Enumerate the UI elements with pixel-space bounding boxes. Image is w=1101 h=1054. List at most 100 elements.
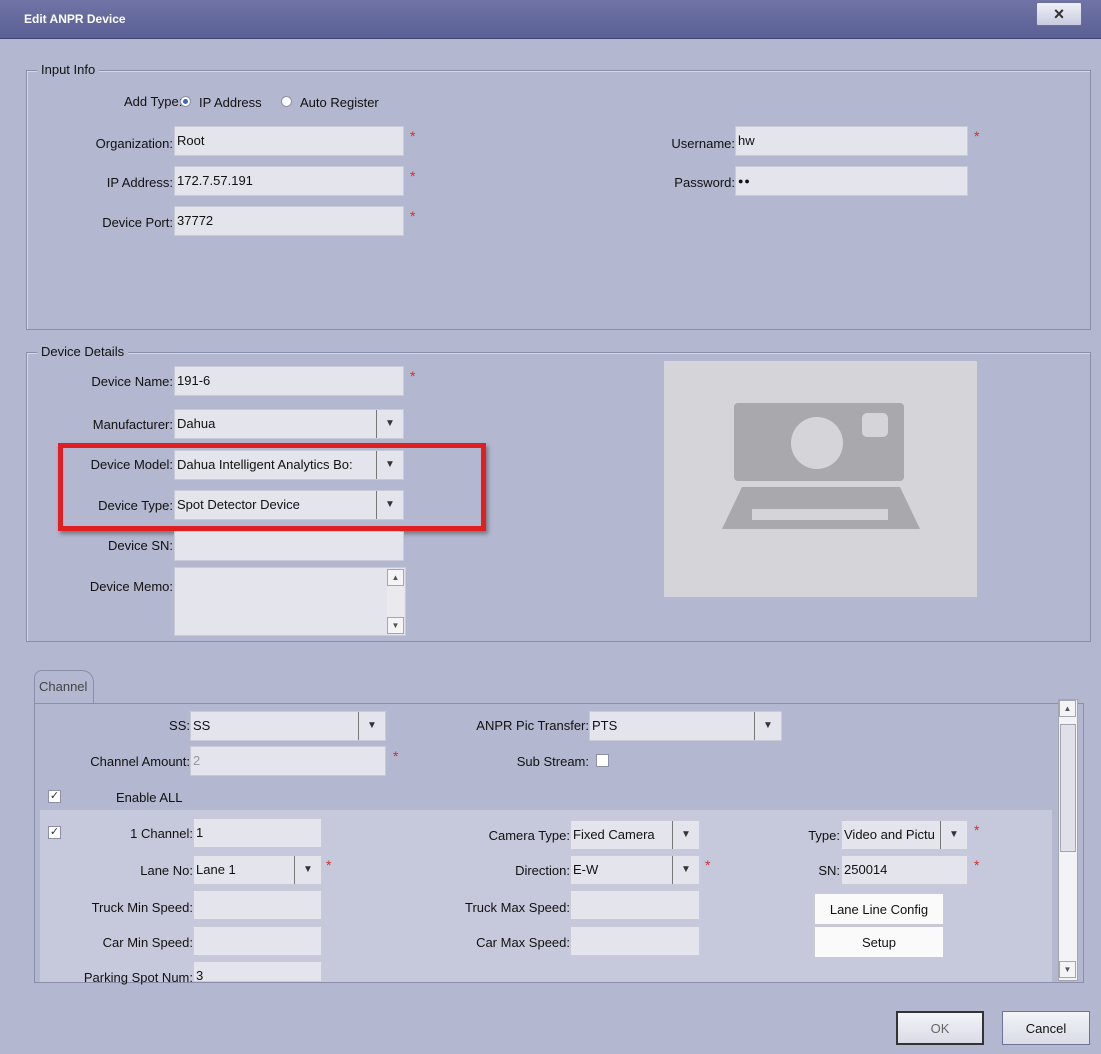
device-name-label: Device Name: [91, 374, 173, 389]
camera-type-label: Camera Type: [488, 828, 570, 843]
auto-register-radio[interactable] [281, 96, 292, 107]
device-memo-textarea[interactable]: ▲ ▼ [174, 567, 406, 636]
chevron-down-icon[interactable]: ▼ [294, 856, 321, 884]
password-field[interactable]: ●● [735, 166, 968, 196]
chevron-down-icon[interactable]: ▼ [672, 856, 699, 884]
chevron-down-icon[interactable]: ▼ [672, 821, 699, 849]
sn-label: SN: [818, 863, 840, 878]
sn-field[interactable]: 250014 [841, 855, 968, 885]
organization-field[interactable]: Root [174, 126, 404, 156]
chevron-down-icon[interactable]: ▼ [940, 821, 967, 849]
device-port-label: Device Port: [102, 215, 173, 230]
anpr-pic-transfer-value: PTS [592, 718, 618, 733]
sn-required-mark: * [974, 857, 980, 873]
parking-spot-num-field[interactable]: 3 [193, 961, 322, 982]
lane-no-label: Lane No: [140, 863, 193, 878]
cancel-button[interactable]: Cancel [1002, 1011, 1090, 1045]
scroll-up-icon[interactable]: ▲ [1059, 700, 1076, 717]
chevron-down-icon[interactable]: ▼ [376, 410, 403, 438]
anpr-pic-transfer-label: ANPR Pic Transfer: [476, 718, 589, 733]
username-required-mark: * [974, 128, 980, 144]
enable-all-checkbox[interactable]: ✓ [48, 790, 61, 803]
ip-address-field[interactable]: 172.7.57.191 [174, 166, 404, 196]
type-required-mark: * [974, 822, 980, 838]
enable-all-label: Enable ALL [116, 790, 183, 805]
device-name-field[interactable]: 191-6 [174, 366, 404, 396]
ip-address-option-label: IP Address [199, 95, 262, 110]
scroll-up-icon[interactable]: ▲ [387, 569, 404, 586]
direction-label: Direction: [515, 863, 570, 878]
car-min-speed-field[interactable] [193, 926, 322, 956]
truck-min-speed-field[interactable] [193, 890, 322, 920]
car-max-speed-field[interactable] [570, 926, 700, 956]
sub-stream-checkbox[interactable] [596, 754, 609, 767]
ip-address-radio[interactable] [180, 96, 191, 107]
car-min-speed-label: Car Min Speed: [102, 935, 193, 950]
tab-channel[interactable]: Channel [34, 670, 94, 704]
organization-label: Organization: [95, 136, 173, 151]
direction-required-mark: * [705, 857, 711, 873]
lane-no-required-mark: * [326, 857, 332, 873]
device-sn-field[interactable] [174, 531, 404, 561]
manufacturer-combo[interactable]: Dahua ▼ [174, 409, 404, 439]
direction-combo[interactable]: E-W ▼ [570, 855, 700, 885]
channel-scrollbar[interactable] [1058, 699, 1078, 981]
truck-max-speed-label: Truck Max Speed: [464, 900, 570, 915]
ss-label: SS: [169, 718, 190, 733]
channel-1-checkbox[interactable]: ✓ [48, 826, 61, 839]
channel-amount-required-mark: * [393, 748, 399, 764]
lane-no-value: Lane 1 [196, 862, 236, 877]
device-port-field[interactable]: 37772 [174, 206, 404, 236]
type-label: Type: [808, 828, 840, 843]
device-port-required-mark: * [410, 208, 416, 224]
lane-line-config-button[interactable]: Lane Line Config [814, 893, 944, 925]
device-icon [722, 403, 920, 529]
ip-address-required-mark: * [410, 168, 416, 184]
input-info-group: Input Info [26, 62, 1091, 330]
ss-combo[interactable]: SS ▼ [190, 711, 386, 741]
direction-value: E-W [573, 862, 599, 877]
close-icon: × [1053, 3, 1065, 24]
channel-1-field[interactable]: 1 [193, 818, 322, 848]
device-image [664, 361, 977, 597]
ok-button[interactable]: OK [896, 1011, 984, 1045]
device-sn-label: Device SN: [107, 538, 173, 553]
add-type-label: Add Type: [124, 94, 183, 109]
truck-max-speed-field[interactable] [570, 890, 700, 920]
tab-channel-label: Channel [39, 679, 88, 694]
close-button[interactable]: × [1036, 2, 1082, 26]
scroll-down-icon[interactable]: ▼ [1059, 961, 1076, 978]
parking-spot-num-label: Parking Spot Num: [83, 970, 193, 985]
device-details-legend: Device Details [37, 344, 129, 359]
truck-min-speed-label: Truck Min Speed: [91, 900, 193, 915]
username-label: Username: [671, 136, 735, 151]
car-max-speed-label: Car Max Speed: [476, 935, 570, 950]
type-value: Video and Pictu [844, 827, 935, 842]
anpr-pic-transfer-combo[interactable]: PTS ▼ [589, 711, 782, 741]
chevron-down-icon[interactable]: ▼ [754, 712, 781, 740]
channel-1-label: 1 Channel: [130, 826, 193, 841]
manufacturer-value: Dahua [177, 416, 216, 431]
password-label: Password: [674, 175, 735, 190]
channel-amount-field[interactable]: 2 [190, 746, 386, 776]
chevron-down-icon[interactable]: ▼ [358, 712, 385, 740]
window-title: Edit ANPR Device [24, 12, 126, 26]
username-field[interactable]: hw [735, 126, 968, 156]
setup-button[interactable]: Setup [814, 926, 944, 958]
channel-amount-label: Channel Amount: [90, 754, 190, 769]
ip-address-label: IP Address: [106, 175, 173, 190]
manufacturer-label: Manufacturer: [92, 417, 173, 432]
auto-register-option-label: Auto Register [300, 95, 379, 110]
ss-value: SS [193, 718, 211, 733]
device-name-required-mark: * [410, 368, 416, 384]
scroll-down-icon[interactable]: ▼ [387, 617, 404, 634]
title-bar: Edit ANPR Device [0, 0, 1101, 39]
camera-type-combo[interactable]: Fixed Camera ▼ [570, 820, 700, 850]
input-info-legend: Input Info [37, 62, 100, 77]
type-combo[interactable]: Video and Pictu ▼ [841, 820, 968, 850]
organization-required-mark: * [410, 128, 416, 144]
sub-stream-label: Sub Stream: [516, 754, 589, 769]
channel-scroll-thumb[interactable] [1060, 724, 1076, 852]
lane-no-combo[interactable]: Lane 1 ▼ [193, 855, 322, 885]
highlight-box [58, 443, 486, 531]
